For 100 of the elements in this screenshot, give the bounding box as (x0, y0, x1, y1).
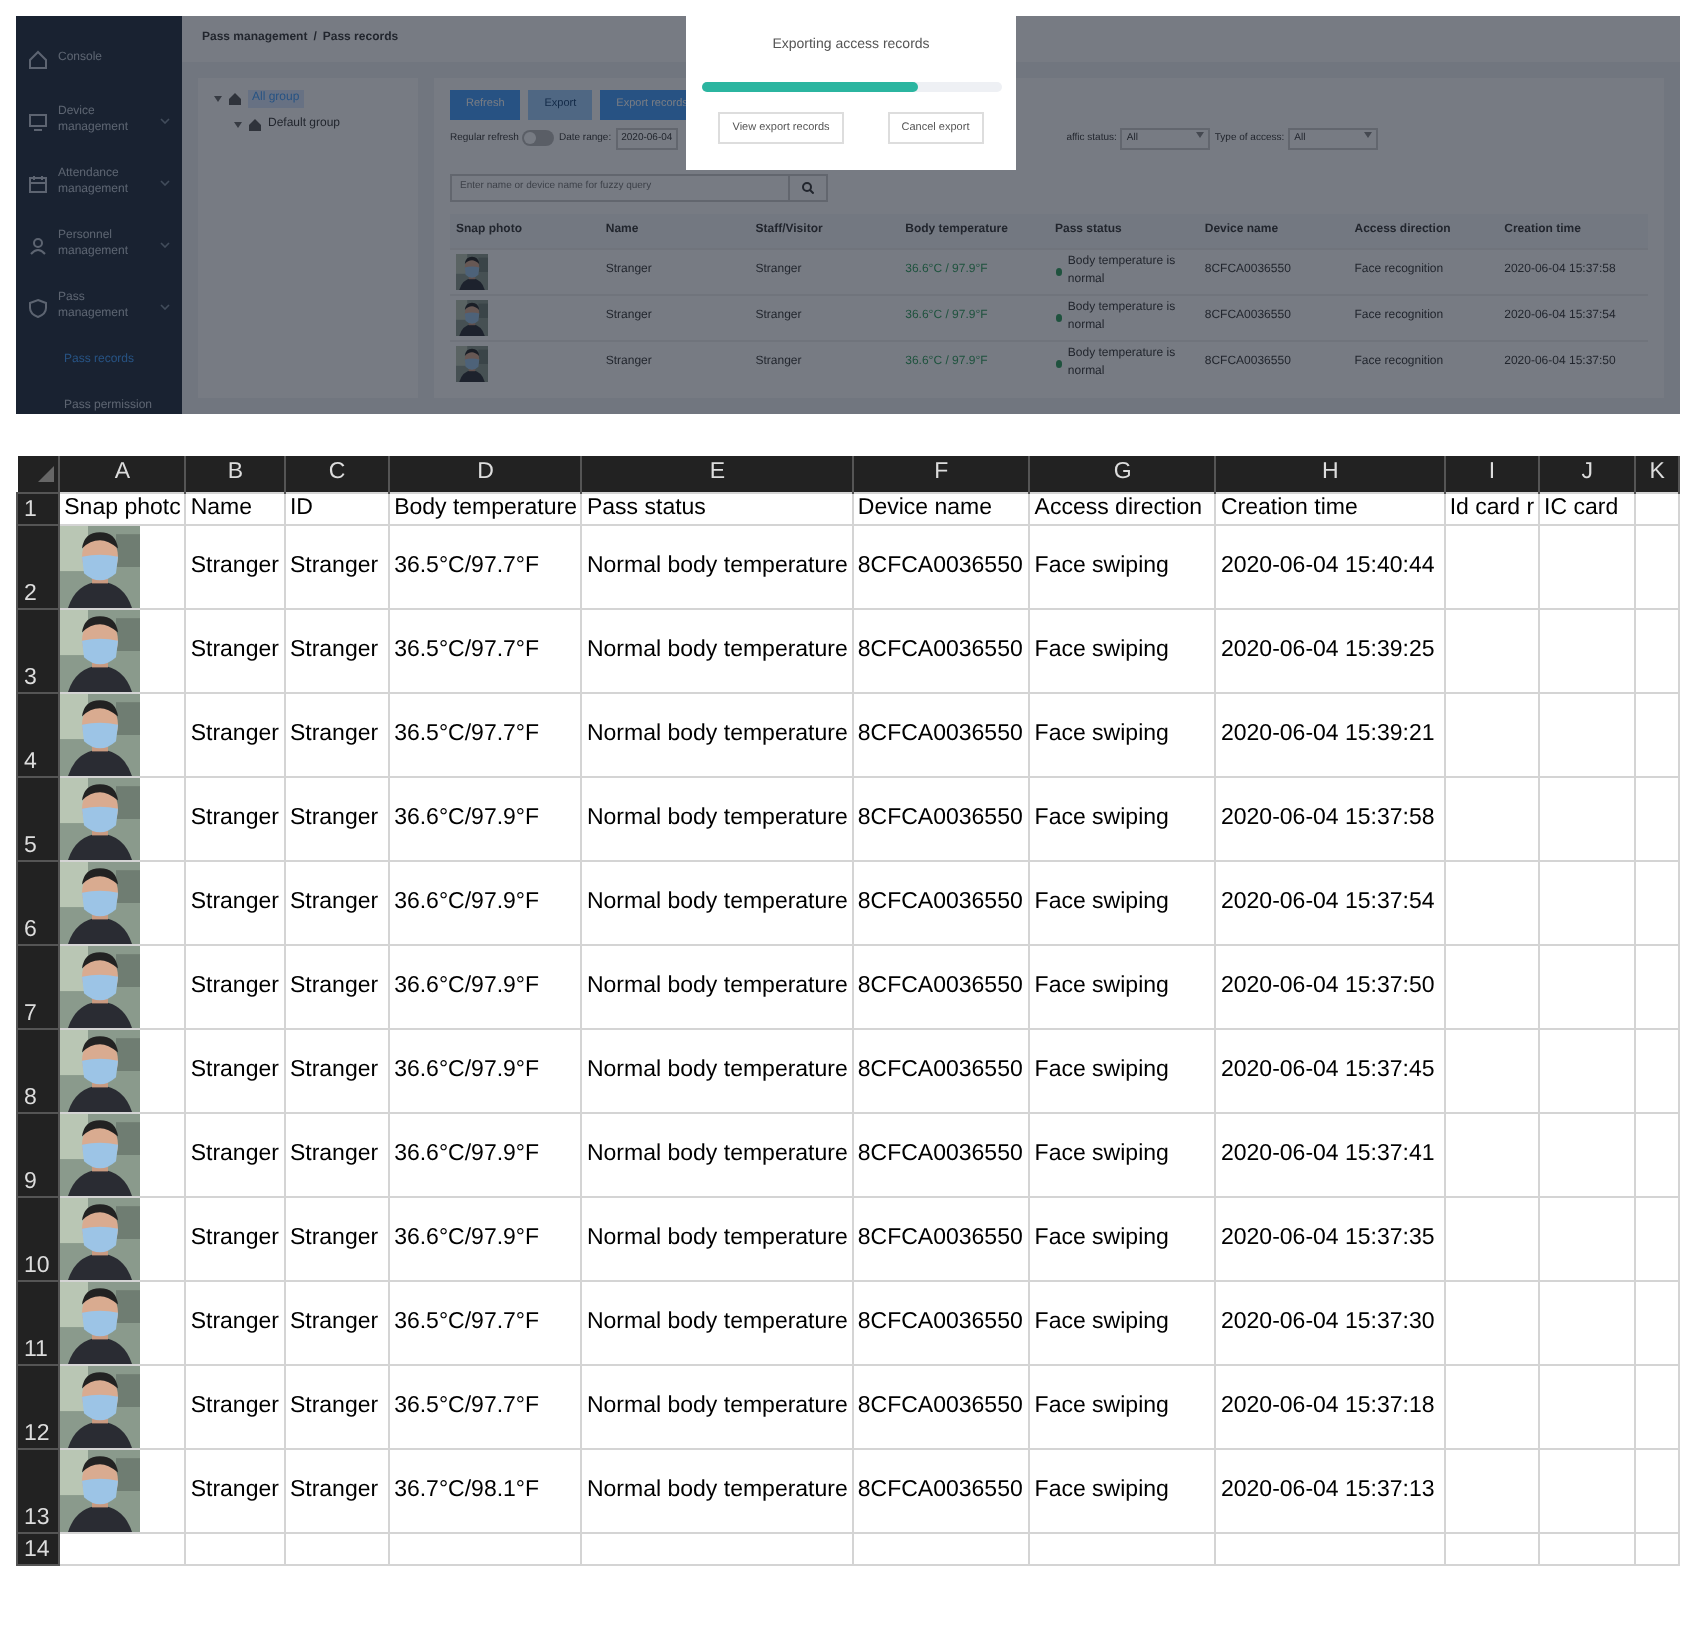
table-cell: ID (284, 492, 390, 524)
table-cell: Stranger (185, 1112, 285, 1196)
row-number: 10 (17, 1196, 60, 1280)
row-number: 5 (17, 776, 60, 860)
table-cell: Stranger (185, 1196, 285, 1280)
table-cell: Stranger (185, 944, 285, 1028)
table-cell: 2020-06-04 15:37:58 (1215, 776, 1445, 860)
table-cell: Pass status (581, 492, 853, 524)
table-cell: Normal body temperature (581, 1448, 853, 1532)
column-letter: G (1029, 456, 1216, 492)
column-letter: K (1635, 456, 1679, 492)
table-cell: Device name (852, 492, 1030, 524)
table-cell: Face swiping (1029, 692, 1216, 776)
table-cell: 2020-06-04 15:37:54 (1215, 860, 1445, 944)
table-cell: Stranger (284, 860, 390, 944)
table-cell: Normal body temperature (581, 1196, 853, 1280)
table-cell: 2020-06-04 15:37:13 (1215, 1448, 1445, 1532)
table-cell: 36.7°C/98.1°F (389, 1448, 582, 1532)
table-cell: 2020-06-04 15:39:21 (1215, 692, 1445, 776)
table-cell: 36.5°C/97.7°F (389, 608, 582, 692)
table-cell: Stranger (284, 608, 390, 692)
table-cell: Access direction (1029, 492, 1216, 524)
table-cell: Face swiping (1029, 860, 1216, 944)
row-number: 12 (17, 1364, 60, 1448)
table-cell: Stranger (284, 524, 390, 608)
table-cell: 36.6°C/97.9°F (389, 944, 582, 1028)
table-cell: Stranger (185, 1028, 285, 1112)
table-cell: Face swiping (1029, 776, 1216, 860)
table-cell: Stranger (284, 1112, 390, 1196)
table-cell: 8CFCA0036550 (852, 608, 1030, 692)
table-cell: Normal body temperature (581, 1112, 853, 1196)
table-cell: Stranger (284, 1448, 390, 1532)
table-cell: 8CFCA0036550 (852, 1112, 1030, 1196)
table-cell: 2020-06-04 15:37:30 (1215, 1280, 1445, 1364)
table-cell: 8CFCA0036550 (852, 944, 1030, 1028)
row-number: 4 (17, 692, 60, 776)
table-cell: 2020-06-04 15:37:18 (1215, 1364, 1445, 1448)
table-cell: Stranger (284, 1028, 390, 1112)
row-number: 11 (17, 1280, 60, 1364)
row-number: 3 (17, 608, 60, 692)
table-cell: Face swiping (1029, 524, 1216, 608)
table-cell: Stranger (185, 776, 285, 860)
table-cell: Stranger (185, 1280, 285, 1364)
table-cell: Stranger (185, 692, 285, 776)
column-letter: I (1444, 456, 1540, 492)
table-cell: Normal body temperature (581, 1364, 853, 1448)
table-cell: Face swiping (1029, 1196, 1216, 1280)
table-cell: Id card r (1444, 492, 1540, 524)
table-cell: Face swiping (1029, 1028, 1216, 1112)
table-cell: 8CFCA0036550 (852, 1196, 1030, 1280)
table-cell: Stranger (185, 860, 285, 944)
table-cell: 8CFCA0036550 (852, 1028, 1030, 1112)
table-cell: Creation time (1215, 492, 1445, 524)
table-cell: Stranger (185, 608, 285, 692)
table-cell: 36.5°C/97.7°F (389, 1280, 582, 1364)
table-cell: Face swiping (1029, 608, 1216, 692)
row-number: 1 (17, 492, 60, 524)
table-cell: Body temperature (389, 492, 582, 524)
table-cell: Normal body temperature (581, 944, 853, 1028)
table-cell: 8CFCA0036550 (852, 776, 1030, 860)
table-cell: 8CFCA0036550 (852, 524, 1030, 608)
column-letter: J (1539, 456, 1636, 492)
table-cell: 2020-06-04 15:39:25 (1215, 608, 1445, 692)
column-letter: C (284, 456, 390, 492)
table-cell: 8CFCA0036550 (852, 692, 1030, 776)
table-cell: Name (185, 492, 285, 524)
table-cell: Face swiping (1029, 1364, 1216, 1448)
table-cell: 8CFCA0036550 (852, 1364, 1030, 1448)
table-cell: 36.5°C/97.7°F (389, 692, 582, 776)
table-cell: 36.6°C/97.9°F (389, 1112, 582, 1196)
table-cell: Stranger (185, 1448, 285, 1532)
table-cell: 8CFCA0036550 (852, 1448, 1030, 1532)
table-cell: Stranger (185, 524, 285, 608)
table-cell: Stranger (185, 1364, 285, 1448)
table-cell: 2020-06-04 15:37:41 (1215, 1112, 1445, 1196)
table-cell: Normal body temperature (581, 524, 853, 608)
table-cell: 2020-06-04 15:37:35 (1215, 1196, 1445, 1280)
table-cell: Snap photc (59, 492, 186, 524)
row-number: 9 (17, 1112, 60, 1196)
table-cell: 36.6°C/97.9°F (389, 776, 582, 860)
table-cell: 36.6°C/97.9°F (389, 1196, 582, 1280)
row-number: 6 (17, 860, 60, 944)
table-cell: Stranger (284, 1196, 390, 1280)
table-cell: Normal body temperature (581, 692, 853, 776)
table-cell: 8CFCA0036550 (852, 1280, 1030, 1364)
table-cell: 36.6°C/97.9°F (389, 1028, 582, 1112)
row-number: 7 (17, 944, 60, 1028)
column-letter: D (389, 456, 582, 492)
table-cell: Normal body temperature (581, 776, 853, 860)
table-cell: Stranger (284, 692, 390, 776)
table-cell: Stranger (284, 776, 390, 860)
table-cell: 36.6°C/97.9°F (389, 860, 582, 944)
row-number: 8 (17, 1028, 60, 1112)
column-letter: A (59, 456, 186, 492)
column-letter: H (1215, 456, 1445, 492)
table-cell: Normal body temperature (581, 860, 853, 944)
table-cell: Face swiping (1029, 1280, 1216, 1364)
table-cell: Stranger (284, 1364, 390, 1448)
column-letter: E (581, 456, 853, 492)
column-letter: B (185, 456, 285, 492)
